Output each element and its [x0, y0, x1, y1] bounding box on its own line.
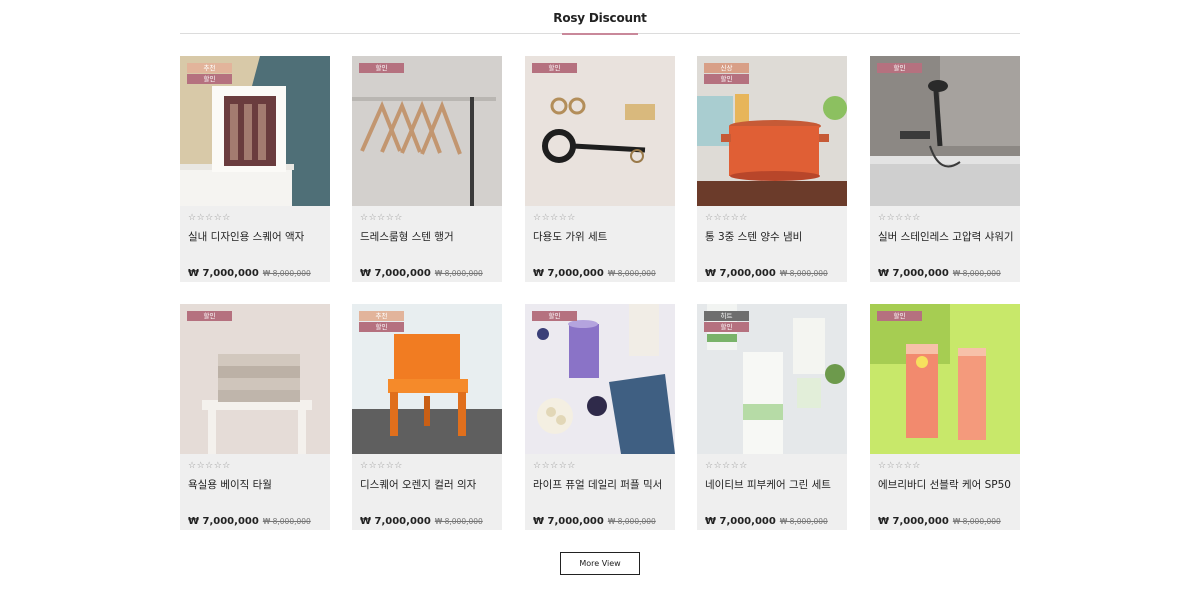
sale-price: ₩ 7,000,000 [360, 268, 431, 279]
product-image[interactable] [870, 56, 1020, 206]
rating-stars-icon: ☆☆☆☆☆ [705, 213, 748, 223]
product-badge: 할인 [877, 63, 922, 73]
badge-group: 할인 [187, 311, 233, 322]
product-name[interactable]: 디스퀘어 오렌지 컬러 의자 [360, 477, 500, 492]
badge-group: 할인 [877, 311, 923, 322]
price-row: ₩ 7,000,000 ₩ 8,000,000 [360, 509, 483, 528]
original-price: ₩ 8,000,000 [952, 269, 1001, 278]
product-name[interactable]: 실내 디자인용 스퀘어 액자 [188, 229, 328, 244]
product-image[interactable] [525, 56, 675, 206]
product-name[interactable]: 드레스룸형 스텐 행거 [360, 229, 500, 244]
product-badge: 할인 [704, 322, 749, 332]
product-badge: 할인 [359, 63, 404, 73]
price-row: ₩ 7,000,000 ₩ 8,000,000 [188, 509, 311, 528]
original-price: ₩ 8,000,000 [607, 269, 656, 278]
title-accent-bar [562, 33, 638, 35]
product-badge: 추천 [359, 311, 404, 321]
rating-stars-icon: ☆☆☆☆☆ [705, 461, 748, 471]
price-row: ₩ 7,000,000 ₩ 8,000,000 [878, 261, 1001, 280]
product-name[interactable]: 통 3중 스텐 양수 냄비 [705, 229, 845, 244]
product-name[interactable]: 실버 스테인레스 고압력 샤워기 [878, 229, 1018, 244]
product-badge: 할인 [704, 74, 749, 84]
product-image[interactable] [870, 304, 1020, 454]
price-row: ₩ 7,000,000 ₩ 8,000,000 [705, 509, 828, 528]
product-name[interactable]: 욕실용 베이직 타월 [188, 477, 328, 492]
sale-price: ₩ 7,000,000 [188, 268, 259, 279]
price-row: ₩ 7,000,000 ₩ 8,000,000 [705, 261, 828, 280]
price-row: ₩ 7,000,000 ₩ 8,000,000 [188, 261, 311, 280]
product-name[interactable]: 다용도 가위 세트 [533, 229, 673, 244]
price-row: ₩ 7,000,000 ₩ 8,000,000 [360, 261, 483, 280]
product-image[interactable] [352, 56, 502, 206]
price-row: ₩ 7,000,000 ₩ 8,000,000 [878, 509, 1001, 528]
product-card[interactable]: 할인 ☆☆☆☆☆ 욕실용 베이직 타월 ₩ 7,000,000 ₩ 8,000,000 [180, 304, 330, 530]
sale-price: ₩ 7,000,000 [878, 268, 949, 279]
sale-price: ₩ 7,000,000 [533, 268, 604, 279]
badge-group: 할인 [877, 63, 923, 74]
rating-stars-icon: ☆☆☆☆☆ [360, 461, 403, 471]
badge-group: 추천 할인 [187, 63, 233, 85]
sale-price: ₩ 7,000,000 [360, 516, 431, 527]
original-price: ₩ 8,000,000 [607, 517, 656, 526]
rating-stars-icon: ☆☆☆☆☆ [533, 461, 576, 471]
sale-price: ₩ 7,000,000 [878, 516, 949, 527]
product-name[interactable]: 에브리바디 선블락 케어 SP50 [878, 477, 1018, 492]
original-price: ₩ 8,000,000 [952, 517, 1001, 526]
product-card[interactable]: 추천 할인 ☆☆☆☆☆ 디스퀘어 오렌지 컬러 의자 ₩ 7,000,000 ₩ 8,00… [352, 304, 502, 530]
sale-price: ₩ 7,000,000 [705, 516, 776, 527]
rating-stars-icon: ☆☆☆☆☆ [878, 213, 921, 223]
price-row: ₩ 7,000,000 ₩ 8,000,000 [533, 261, 656, 280]
price-row: ₩ 7,000,000 ₩ 8,000,000 [533, 509, 656, 528]
product-badge: 할인 [359, 322, 404, 332]
badge-group: 할인 [532, 311, 578, 322]
product-image[interactable] [525, 304, 675, 454]
product-name[interactable]: 라이프 퓨얼 데일리 퍼플 믹서 [533, 477, 673, 492]
rating-stars-icon: ☆☆☆☆☆ [188, 213, 231, 223]
product-badge: 할인 [187, 74, 232, 84]
rating-stars-icon: ☆☆☆☆☆ [188, 461, 231, 471]
sale-price: ₩ 7,000,000 [188, 516, 259, 527]
original-price: ₩ 8,000,000 [434, 269, 483, 278]
original-price: ₩ 8,000,000 [779, 517, 828, 526]
product-card[interactable]: 추천 할인 ☆☆☆☆☆ 실내 디자인용 스퀘어 액자 ₩ 7,000,000 ₩ 8,00… [180, 56, 330, 282]
product-image[interactable] [180, 304, 330, 454]
product-badge: 할인 [187, 311, 232, 321]
product-name[interactable]: 네이티브 피부케어 그린 세트 [705, 477, 845, 492]
product-badge: 할인 [532, 311, 577, 321]
product-card[interactable]: 할인 ☆☆☆☆☆ 드레스룸형 스텐 행거 ₩ 7,000,000 ₩ 8,000,000 [352, 56, 502, 282]
badge-group: 히트 할인 [704, 311, 750, 333]
product-card[interactable]: 할인 ☆☆☆☆☆ 실버 스테인레스 고압력 샤워기 ₩ 7,000,000 ₩ 8,00… [870, 56, 1020, 282]
section-title: Rosy Discount [553, 11, 647, 25]
product-badge: 할인 [532, 63, 577, 73]
rating-stars-icon: ☆☆☆☆☆ [533, 213, 576, 223]
rating-stars-icon: ☆☆☆☆☆ [360, 213, 403, 223]
product-badge: 할인 [877, 311, 922, 321]
product-card[interactable]: 히트 할인 ☆☆☆☆☆ 네이티브 피부케어 그린 세트 ₩ 7,000,000 ₩ 8,0… [697, 304, 847, 530]
product-card[interactable]: 할인 ☆☆☆☆☆ 다용도 가위 세트 ₩ 7,000,000 ₩ 8,000,000 [525, 56, 675, 282]
badge-group: 할인 [532, 63, 578, 74]
original-price: ₩ 8,000,000 [262, 517, 311, 526]
original-price: ₩ 8,000,000 [779, 269, 828, 278]
product-badge: 추천 [187, 63, 232, 73]
badge-group: 신상 할인 [704, 63, 750, 85]
product-card[interactable]: 할인 ☆☆☆☆☆ 라이프 퓨얼 데일리 퍼플 믹서 ₩ 7,000,000 ₩ 8,00… [525, 304, 675, 530]
sale-price: ₩ 7,000,000 [705, 268, 776, 279]
rating-stars-icon: ☆☆☆☆☆ [878, 461, 921, 471]
original-price: ₩ 8,000,000 [434, 517, 483, 526]
badge-group: 추천 할인 [359, 311, 405, 333]
product-badge: 신상 [704, 63, 749, 73]
product-card[interactable]: 할인 ☆☆☆☆☆ 에브리바디 선블락 케어 SP50 ₩ 7,000,000 ₩ 8,0… [870, 304, 1020, 530]
badge-group: 할인 [359, 63, 405, 74]
product-card[interactable]: 신상 할인 ☆☆☆☆☆ 통 3중 스텐 양수 냄비 ₩ 7,000,000 ₩ 8,000… [697, 56, 847, 282]
product-badge: 히트 [704, 311, 749, 321]
more-view-button[interactable]: More View [560, 552, 640, 575]
original-price: ₩ 8,000,000 [262, 269, 311, 278]
sale-price: ₩ 7,000,000 [533, 516, 604, 527]
